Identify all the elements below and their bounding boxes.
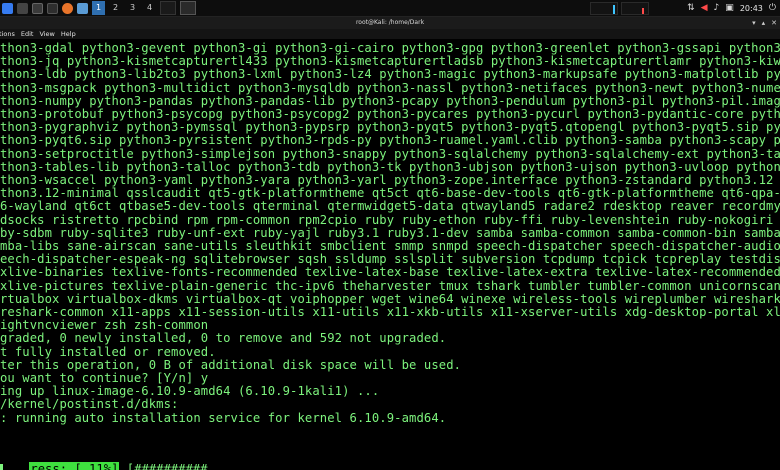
menu-actions[interactable]: tions [0, 30, 15, 38]
network-icon[interactable]: ⇅ [687, 3, 695, 13]
workspace-1[interactable]: 1 [92, 1, 105, 15]
firefox-icon[interactable] [62, 2, 73, 14]
notification-bell-icon[interactable]: ♪ [714, 3, 720, 13]
terminal-output[interactable]: thon3-gdal python3-gevent python3-gi pyt… [0, 40, 780, 470]
window-controls: ▾ ▴ ✕ [752, 17, 777, 29]
clock[interactable]: 20:43 [740, 4, 763, 13]
file-manager-icon[interactable] [32, 2, 43, 14]
menu-help[interactable]: Help [61, 30, 76, 38]
menu-bar: tions Edit View Help [0, 29, 780, 39]
workspace-3[interactable]: 3 [126, 1, 139, 15]
text-cursor [0, 464, 3, 470]
workspace-4[interactable]: 4 [143, 1, 156, 15]
terminal-line: : running auto installation service for … [0, 410, 447, 425]
progress-bar: [##########.............................… [126, 462, 780, 470]
system-monitor [590, 2, 649, 15]
system-tray: ⇅ ◀ ♪ ▣ 20:43 ⏻ [687, 0, 776, 16]
progress-label: ress: [ 11%] [29, 462, 120, 470]
menu-edit[interactable]: Edit [21, 30, 34, 38]
terminal-icon[interactable] [47, 2, 58, 14]
speaker-icon[interactable]: ◀ [701, 3, 708, 13]
lock-icon[interactable]: ▣ [725, 3, 734, 13]
menu-view[interactable]: View [39, 30, 54, 38]
progress-line: ress: [ 11%] [##########................… [0, 445, 780, 470]
desktop-icon[interactable] [17, 2, 28, 14]
network-graph [621, 2, 649, 15]
workspace-2[interactable]: 2 [109, 1, 122, 15]
maximize-icon[interactable]: ▴ [762, 19, 766, 27]
taskbar-window-1[interactable] [160, 1, 176, 15]
top-panel: 1 2 3 4 ⇅ ◀ ♪ ▣ 20:43 ⏻ [0, 0, 780, 17]
minimize-icon[interactable]: ▾ [752, 19, 756, 27]
window-title: root@Kali: /home/Dark [0, 17, 780, 29]
cpu-graph [590, 2, 618, 15]
text-editor-icon[interactable] [77, 2, 88, 14]
close-icon[interactable]: ✕ [771, 19, 777, 27]
power-icon[interactable]: ⏻ [769, 3, 776, 13]
kali-menu-icon[interactable] [2, 2, 13, 14]
taskbar-window-terminal[interactable] [180, 1, 196, 15]
